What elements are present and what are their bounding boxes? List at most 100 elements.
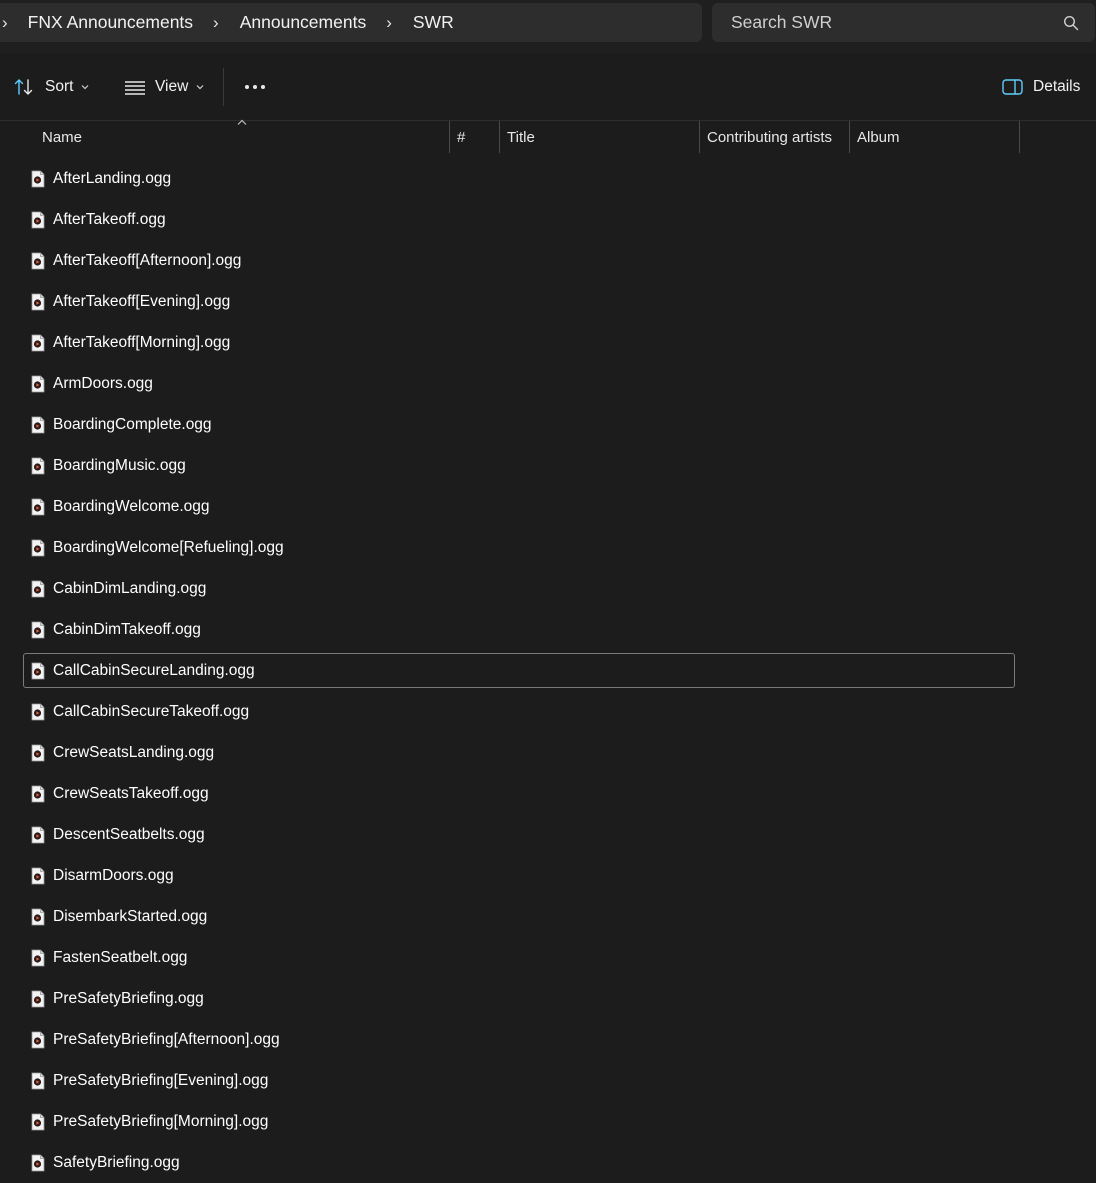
audio-file-icon: [31, 990, 45, 1007]
list-item[interactable]: AfterTakeoff[Evening].ogg: [23, 284, 1015, 319]
details-label: Details: [1033, 78, 1081, 95]
file-name: CallCabinSecureLanding.ogg: [53, 661, 255, 679]
column-header-artists-label: Contributing artists: [707, 128, 833, 146]
file-name: AfterTakeoff[Afternoon].ogg: [53, 251, 242, 269]
file-name: PreSafetyBriefing.ogg: [53, 989, 204, 1007]
audio-file-icon: [31, 826, 45, 843]
list-item[interactable]: CallCabinSecureTakeoff.ogg: [23, 694, 1015, 729]
list-item[interactable]: CallCabinSecureLanding.ogg: [23, 653, 1015, 688]
file-name: CrewSeatsTakeoff.ogg: [53, 784, 209, 802]
file-name: CabinDimLanding.ogg: [53, 579, 207, 597]
details-pane-icon: [1002, 79, 1023, 95]
list-item[interactable]: AfterTakeoff[Afternoon].ogg: [23, 243, 1015, 278]
command-bar: Sort View Details: [0, 53, 1096, 121]
file-name: BoardingWelcome.ogg: [53, 497, 210, 515]
column-header-number-label: #: [457, 128, 466, 146]
search-input[interactable]: Search SWR: [731, 12, 1063, 33]
audio-file-icon: [31, 662, 45, 679]
breadcrumb-item-swr[interactable]: SWR: [413, 12, 454, 33]
audio-file-icon: [31, 293, 45, 310]
column-header-row: Name # Title Contributing artists Album: [0, 121, 1096, 154]
audio-file-icon: [31, 498, 45, 515]
file-name: CabinDimTakeoff.ogg: [53, 620, 201, 638]
column-header-title[interactable]: Title: [499, 121, 699, 153]
toolbar-divider: [223, 68, 224, 106]
file-name: AfterLanding.ogg: [53, 169, 172, 187]
column-resize-handle[interactable]: [1019, 121, 1020, 153]
list-item[interactable]: AfterLanding.ogg: [23, 161, 1015, 196]
audio-file-icon: [31, 375, 45, 392]
file-name: BoardingComplete.ogg: [53, 415, 212, 433]
audio-file-icon: [31, 703, 45, 720]
audio-file-icon: [31, 211, 45, 228]
audio-file-icon: [31, 908, 45, 925]
file-name: SafetyBriefing.ogg: [53, 1153, 180, 1171]
view-label: View: [155, 78, 189, 95]
list-item[interactable]: BoardingComplete.ogg: [23, 407, 1015, 442]
audio-file-icon: [31, 621, 45, 638]
file-name: PreSafetyBriefing[Afternoon].ogg: [53, 1030, 280, 1048]
more-options-button[interactable]: [244, 53, 266, 121]
file-name: CrewSeatsLanding.ogg: [53, 743, 215, 761]
search-icon[interactable]: [1063, 15, 1079, 31]
list-item[interactable]: ArmDoors.ogg: [23, 366, 1015, 401]
list-item[interactable]: AfterTakeoff[Morning].ogg: [23, 325, 1015, 360]
audio-file-icon: [31, 252, 45, 269]
column-header-name-label: Name: [42, 128, 83, 146]
audio-file-icon: [31, 539, 45, 556]
chevron-right-icon[interactable]: ›: [386, 13, 392, 33]
column-header-number[interactable]: #: [449, 121, 499, 153]
list-item[interactable]: BoardingMusic.ogg: [23, 448, 1015, 483]
audio-file-icon: [31, 416, 45, 433]
audio-file-icon: [31, 1154, 45, 1171]
file-name: CallCabinSecureTakeoff.ogg: [53, 702, 250, 720]
breadcrumb[interactable]: › FNX Announcements › Announcements › SW…: [0, 3, 702, 42]
audio-file-icon: [31, 1031, 45, 1048]
list-item[interactable]: BoardingWelcome.ogg: [23, 489, 1015, 524]
list-item[interactable]: DisembarkStarted.ogg: [23, 899, 1015, 934]
column-header-title-label: Title: [507, 128, 535, 146]
list-item[interactable]: CrewSeatsLanding.ogg: [23, 735, 1015, 770]
audio-file-icon: [31, 457, 45, 474]
file-name: FastenSeatbelt.ogg: [53, 948, 188, 966]
view-button[interactable]: View: [124, 53, 204, 121]
list-item[interactable]: CabinDimTakeoff.ogg: [23, 612, 1015, 647]
list-item[interactable]: AfterTakeoff.ogg: [23, 202, 1015, 237]
address-bar-area: › FNX Announcements › Announcements › SW…: [0, 0, 1096, 53]
list-item[interactable]: PreSafetyBriefing[Morning].ogg: [23, 1104, 1015, 1139]
file-name: PreSafetyBriefing[Evening].ogg: [53, 1071, 269, 1089]
column-header-name[interactable]: Name: [34, 121, 449, 153]
file-name: BoardingWelcome[Refueling].ogg: [53, 538, 284, 556]
breadcrumb-item-announcements[interactable]: Announcements: [240, 12, 366, 33]
file-name: PreSafetyBriefing[Morning].ogg: [53, 1112, 269, 1130]
list-item[interactable]: PreSafetyBriefing[Evening].ogg: [23, 1063, 1015, 1098]
file-name: ArmDoors.ogg: [53, 374, 153, 392]
chevron-right-icon[interactable]: ›: [2, 13, 8, 33]
column-header-contributing-artists[interactable]: Contributing artists: [699, 121, 849, 153]
chevron-down-icon: [82, 85, 89, 90]
file-name: DescentSeatbelts.ogg: [53, 825, 205, 843]
file-name: AfterTakeoff[Evening].ogg: [53, 292, 231, 310]
list-item[interactable]: SafetyBriefing.ogg: [23, 1145, 1015, 1180]
search-box[interactable]: Search SWR: [712, 3, 1095, 42]
chevron-down-icon: [196, 85, 204, 90]
list-item[interactable]: BoardingWelcome[Refueling].ogg: [23, 530, 1015, 565]
audio-file-icon: [31, 744, 45, 761]
file-name: AfterTakeoff.ogg: [53, 210, 166, 228]
more-options-icon: [245, 85, 265, 89]
list-item[interactable]: DescentSeatbelts.ogg: [23, 817, 1015, 852]
list-item[interactable]: DisarmDoors.ogg: [23, 858, 1015, 893]
list-item[interactable]: PreSafetyBriefing.ogg: [23, 981, 1015, 1016]
list-item[interactable]: FastenSeatbelt.ogg: [23, 940, 1015, 975]
audio-file-icon: [31, 949, 45, 966]
chevron-right-icon[interactable]: ›: [213, 13, 219, 33]
column-header-album[interactable]: Album: [849, 121, 1019, 153]
audio-file-icon: [31, 580, 45, 597]
details-button[interactable]: Details: [1002, 53, 1080, 121]
breadcrumb-item-fnx-announcements[interactable]: FNX Announcements: [28, 12, 193, 33]
list-item[interactable]: CabinDimLanding.ogg: [23, 571, 1015, 606]
sort-button[interactable]: Sort: [14, 53, 89, 121]
audio-file-icon: [31, 867, 45, 884]
list-item[interactable]: PreSafetyBriefing[Afternoon].ogg: [23, 1022, 1015, 1057]
list-item[interactable]: CrewSeatsTakeoff.ogg: [23, 776, 1015, 811]
